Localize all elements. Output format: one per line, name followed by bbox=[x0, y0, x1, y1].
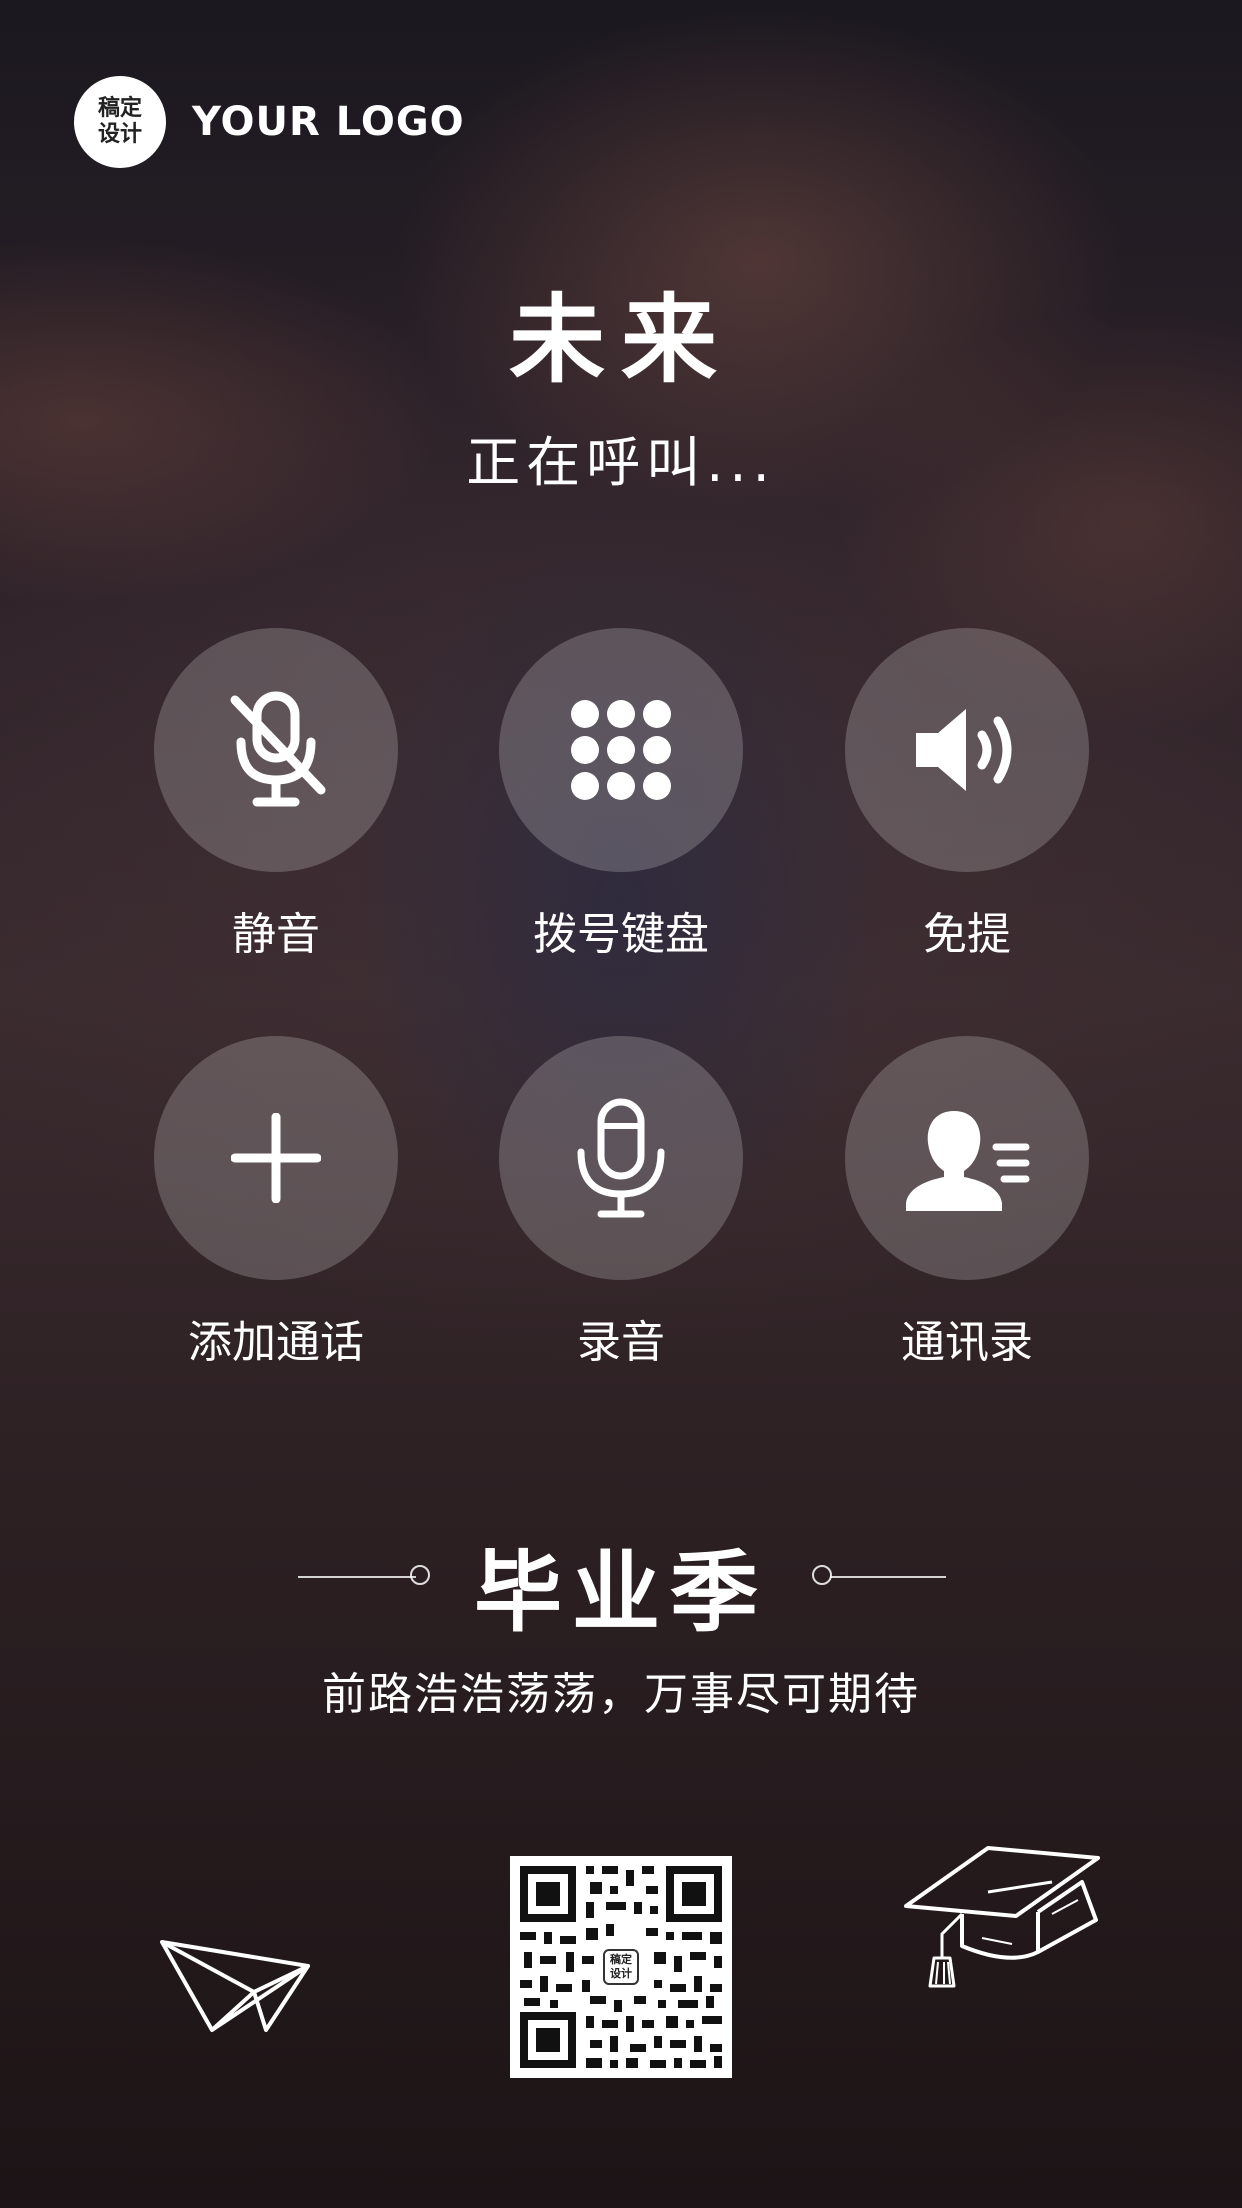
speaker-icon bbox=[916, 709, 1012, 791]
graduation-cap-icon bbox=[904, 1846, 1100, 1988]
caller-name: 未来 bbox=[509, 284, 733, 396]
call-status: 正在呼叫... bbox=[466, 431, 776, 494]
keypad-icon bbox=[571, 700, 671, 800]
mute-mic-icon bbox=[230, 691, 326, 807]
speaker-button[interactable]: 免提 bbox=[845, 628, 1089, 960]
mute-button[interactable]: 静音 bbox=[154, 628, 398, 960]
record-button-circle[interactable] bbox=[499, 1036, 743, 1280]
qr-code[interactable]: 稿定 设计 bbox=[510, 1856, 732, 2078]
logo-badge: 稿定 设计 bbox=[74, 76, 166, 168]
contacts-button[interactable]: 通讯录 bbox=[845, 1036, 1089, 1368]
keypad-label: 拨号键盘 bbox=[533, 909, 709, 960]
keypad-button-circle[interactable] bbox=[499, 628, 743, 872]
contacts-label: 通讯录 bbox=[901, 1317, 1033, 1368]
keypad-button[interactable]: 拨号键盘 bbox=[499, 628, 743, 960]
promo-slogan: 前路浩浩荡荡，万事尽可期待 bbox=[322, 1669, 920, 1720]
qr-badge-line2: 设计 bbox=[610, 1967, 632, 1980]
qr-center-badge: 稿定 设计 bbox=[603, 1949, 639, 1985]
promo-title: 毕业季 bbox=[473, 1541, 768, 1644]
contacts-icon bbox=[906, 1111, 1030, 1211]
mute-label: 静音 bbox=[232, 909, 320, 960]
add-call-button-circle[interactable] bbox=[154, 1036, 398, 1280]
record-button[interactable]: 录音 bbox=[499, 1036, 743, 1368]
add-call-label: 添加通话 bbox=[188, 1317, 364, 1368]
microphone-icon bbox=[577, 1098, 665, 1218]
record-label: 录音 bbox=[577, 1317, 665, 1368]
logo-badge-line2: 设计 bbox=[97, 122, 142, 147]
contacts-button-circle[interactable] bbox=[845, 1036, 1089, 1280]
logo-badge-line1: 稿定 bbox=[97, 96, 142, 121]
qr-badge-line1: 稿定 bbox=[610, 1953, 632, 1966]
paper-plane-icon bbox=[160, 1940, 310, 2032]
add-call-button[interactable]: 添加通话 bbox=[154, 1036, 398, 1368]
mute-button-circle[interactable] bbox=[154, 628, 398, 872]
speaker-button-circle[interactable] bbox=[845, 628, 1089, 872]
brand-header: 稿定 设计 YOUR LOGO bbox=[74, 76, 465, 168]
speaker-label: 免提 bbox=[923, 909, 1011, 960]
plus-icon bbox=[231, 1113, 321, 1203]
logo-text: YOUR LOGO bbox=[192, 99, 465, 145]
